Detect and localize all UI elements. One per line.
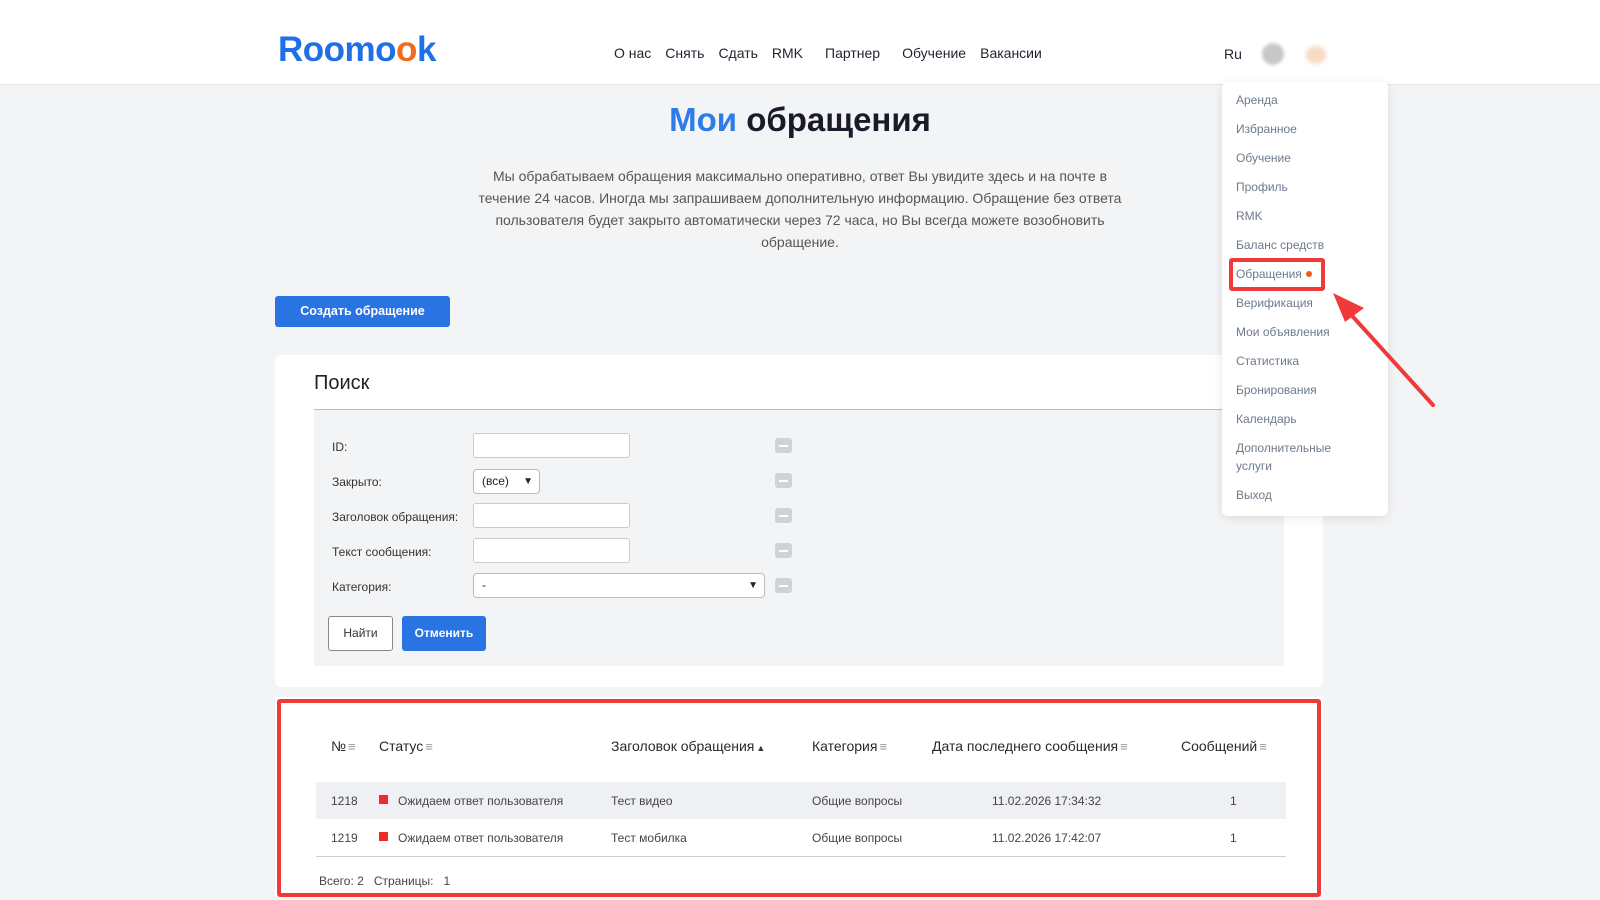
row-category: Общие вопросы [812,831,903,845]
table-row[interactable]: 1219 Ожидаем ответ пользователя Тест моб… [316,819,1286,856]
avatar[interactable] [1262,43,1284,65]
sort-lines-icon: ≡ [1259,739,1267,754]
sort-lines-icon: ≡ [425,739,433,754]
minus-icon[interactable] [775,438,792,453]
column-number-label: № [331,738,347,754]
closed-label: Закрыто: [332,475,382,489]
closed-select[interactable]: (все) ▼ [473,469,540,494]
subject-input[interactable] [473,503,630,528]
menu-item-education[interactable]: Обучение [1236,149,1376,167]
column-category-label: Категория [812,738,878,754]
nav-about[interactable]: О нас [614,45,651,61]
intro-text: Мы обрабатываем обращения максимально оп… [478,168,1122,250]
nav-partner[interactable]: Партнер [825,45,880,61]
chevron-down-icon: ▼ [523,476,533,487]
menu-item-rmk[interactable]: RMK [1236,207,1376,225]
column-category[interactable]: Категория ≡ [812,738,887,754]
row-date: 11.02.2026 17:34:32 [992,794,1102,808]
column-subject[interactable]: Заголовок обращения ▲ [611,738,765,754]
language-switcher[interactable]: Ru [1224,46,1242,62]
logo[interactable]: Roomook [278,30,436,70]
main-nav: О нас Снять Сдать RMK Партнер Обучение В… [614,45,1056,61]
menu-item-logout[interactable]: Выход [1236,486,1376,504]
search-title: Поиск [314,372,370,394]
table-row[interactable]: 1218 Ожидаем ответ пользователя Тест вид… [316,782,1286,819]
find-button[interactable]: Найти [328,616,393,651]
page-link[interactable]: 1 [444,874,451,888]
minus-icon[interactable] [775,543,792,558]
sort-lines-icon: ≡ [879,739,888,754]
menu-item-my-listings[interactable]: Мои объявления [1236,323,1376,341]
menu-item-verification[interactable]: Верификация [1236,294,1376,312]
message-input[interactable] [473,538,630,563]
user-icon[interactable] [1306,46,1326,64]
page-title-accent: Мои [669,101,738,138]
nav-lease[interactable]: Сдать [718,45,757,61]
category-select-value: - [482,578,486,592]
menu-item-profile[interactable]: Профиль [1236,178,1376,196]
search-panel: Поиск ID: Закрыто: (все) ▼ Заголовок обра… [275,355,1323,687]
column-status[interactable]: Статус ≡ [379,738,433,754]
row-id: 1218 [331,794,358,808]
divider [316,856,1286,857]
nav-education[interactable]: Обучение [902,45,966,61]
caret-up-icon: ▲ [756,743,766,753]
id-input[interactable] [473,433,630,458]
page-title-main: обращения [746,101,931,138]
closed-select-value: (все) [482,474,509,488]
sort-lines-icon: ≡ [348,739,356,754]
total-count: Всего: 2 [319,874,364,888]
menu-item-extra-services[interactable]: Дополнительные услуги [1236,439,1346,475]
row-date: 11.02.2026 17:42:07 [992,831,1102,845]
column-messages[interactable]: Сообщений ≡ [1181,738,1267,754]
row-id: 1219 [331,831,358,845]
pages-label: Страницы: [373,874,434,888]
sort-lines-icon: ≡ [1120,739,1128,754]
site-header: Roomook О нас Снять Сдать RMK Партнер Об… [0,0,1600,85]
column-status-label: Статус [379,738,424,754]
minus-icon[interactable] [775,473,792,488]
menu-item-statistics[interactable]: Статистика [1236,352,1376,370]
menu-item-calendar[interactable]: Календарь [1236,410,1376,428]
minus-icon[interactable] [775,508,792,523]
nav-rmk[interactable]: RMK [772,45,803,61]
category-select[interactable]: - ▼ [473,573,765,598]
row-status: Ожидаем ответ пользователя [398,794,564,808]
id-label: ID: [332,440,348,454]
chevron-down-icon: ▼ [748,580,758,591]
row-status: Ожидаем ответ пользователя [398,831,564,845]
row-messages: 1 [1230,794,1237,808]
row-subject[interactable]: Тест видео [611,794,673,808]
category-label: Категория: [332,580,392,594]
cancel-button[interactable]: Отменить [402,616,486,651]
menu-item-balance[interactable]: Баланс средств [1236,236,1376,254]
menu-item-favorites[interactable]: Избранное [1236,120,1376,138]
subject-label: Заголовок обращения: [332,510,459,524]
menu-item-rent[interactable]: Аренда [1236,91,1376,109]
search-form: ID: Закрыто: (все) ▼ Заголовок обращения:… [314,410,1284,666]
row-subject[interactable]: Тест мобилка [611,831,687,845]
pagination-info: Всего: 2 Страницы: 1 [319,874,450,888]
column-subject-label: Заголовок обращения [611,738,755,754]
minus-icon[interactable] [775,578,792,593]
column-number[interactable]: № ≡ [331,738,356,754]
nav-vacancies[interactable]: Вакансии [980,45,1042,61]
row-category: Общие вопросы [812,794,903,808]
column-messages-label: Сообщений [1181,738,1258,754]
row-messages: 1 [1230,831,1237,845]
status-icon [379,795,388,804]
column-date-label: Дата последнего сообщения [932,738,1119,754]
nav-rent[interactable]: Снять [665,45,704,61]
menu-item-bookings[interactable]: Бронирования [1236,381,1376,399]
status-icon [379,832,388,841]
highlight-frame [1229,258,1325,291]
message-label: Текст сообщения: [332,545,432,559]
create-ticket-button[interactable]: Создать обращение [275,296,450,327]
user-menu: Аренда Избранное Обучение Профиль RMK Ба… [1222,82,1388,516]
column-date[interactable]: Дата последнего сообщения ≡ [932,738,1128,754]
